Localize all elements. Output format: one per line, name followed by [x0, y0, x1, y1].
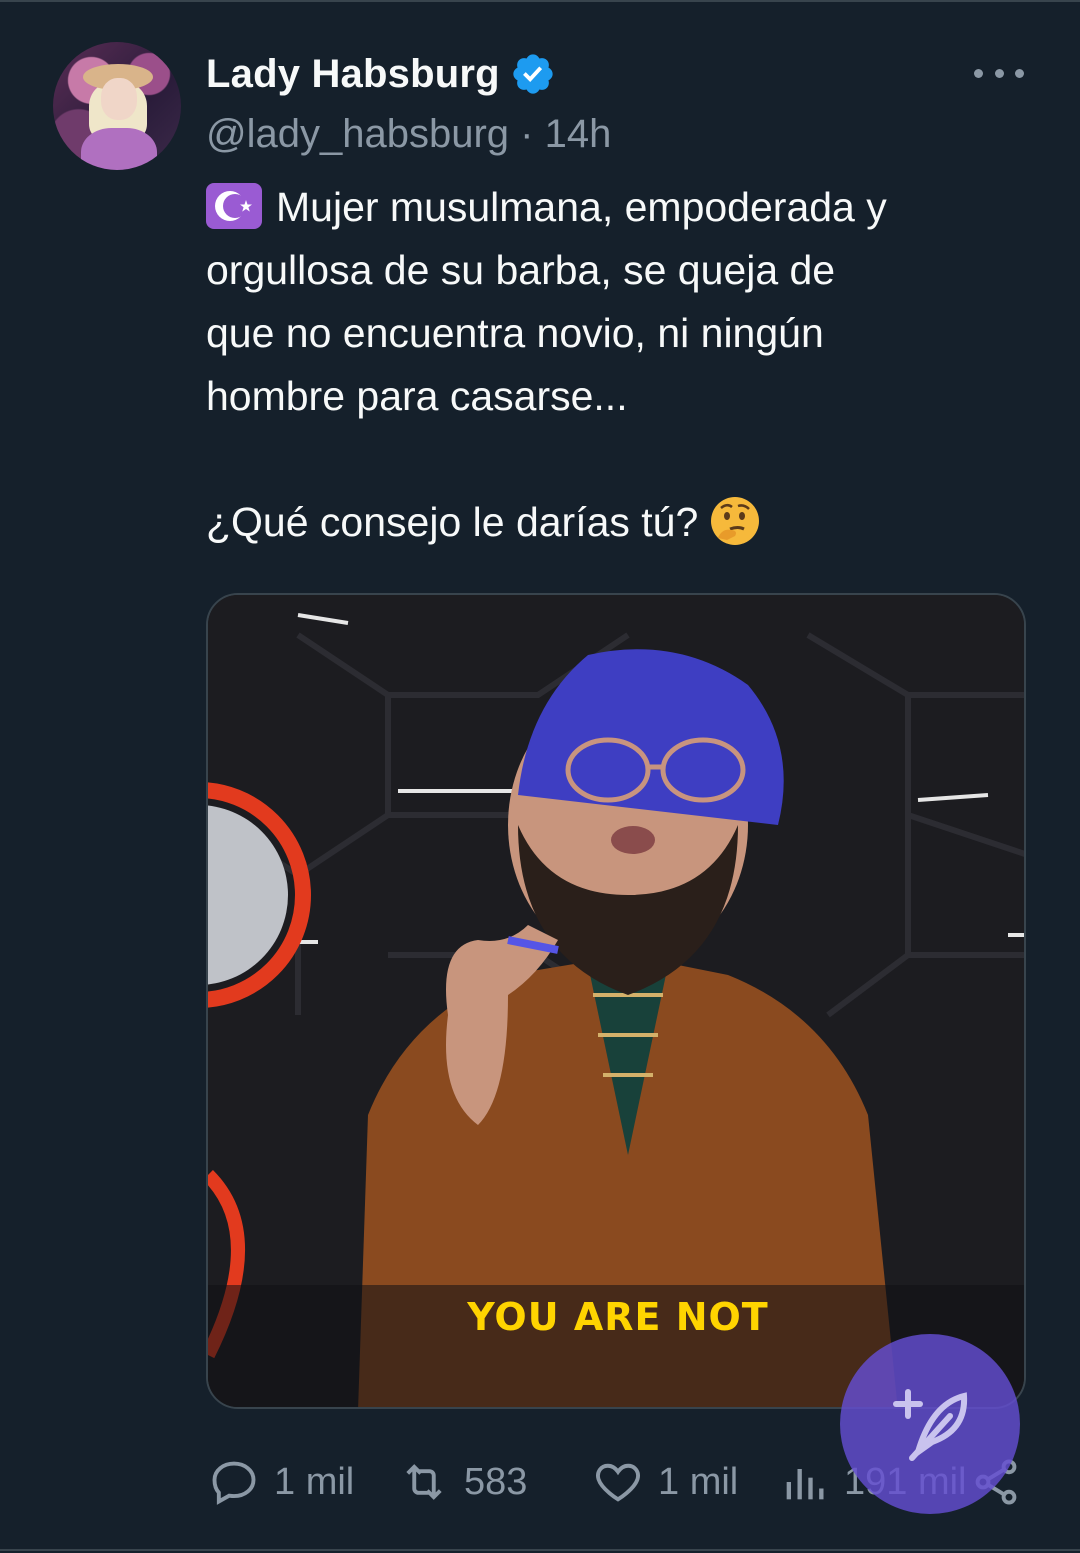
caption-not: NOT [675, 1295, 769, 1339]
tweet-line-4: hombre para casarse... [206, 373, 628, 419]
tweet-line-3: que no encuentra novio, ni ningún [206, 310, 824, 356]
divider [0, 0, 1080, 2]
tweet-text: Mujer musulmana, empoderada y orgullosa … [206, 176, 1046, 554]
thinking-face-icon [708, 494, 762, 548]
compose-post-button[interactable] [840, 1334, 1020, 1514]
more-options-icon[interactable] [974, 60, 1024, 86]
compose-feather-icon [893, 1389, 968, 1461]
like-count: 1 mil [658, 1460, 739, 1503]
tweet-question: ¿Qué consejo le darías tú? [206, 499, 699, 545]
separator: · [520, 112, 534, 156]
tweet-line-1: Mujer musulmana, empoderada y [276, 184, 887, 230]
like-button[interactable]: 1 mil [592, 1450, 738, 1514]
video-caption: YOU ARE NOT [208, 1295, 1024, 1339]
divider [0, 1549, 1080, 1551]
repost-count: 583 [464, 1460, 528, 1503]
video-frame-illustration [208, 595, 1024, 1407]
display-name[interactable]: Lady Habsburg [206, 52, 500, 97]
tweet-line-2: orgullosa de su barba, se queja de [206, 247, 836, 293]
star-and-crescent-icon [206, 183, 262, 229]
reply-button[interactable]: 1 mil [208, 1450, 354, 1514]
caption-you-are: YOU ARE [467, 1295, 662, 1339]
analytics-icon [786, 1469, 824, 1500]
verified-badge-icon [513, 54, 553, 94]
author-row: Lady Habsburg [206, 44, 556, 104]
heart-icon [596, 1463, 640, 1502]
handle-row: @lady_habsburg · 14h [206, 112, 611, 157]
reply-count: 1 mil [274, 1460, 355, 1503]
repost-button[interactable]: 583 [398, 1450, 527, 1514]
avatar[interactable] [53, 42, 181, 170]
repost-icon [406, 1464, 442, 1500]
reply-icon [212, 1461, 256, 1505]
video-thumbnail[interactable]: YOU ARE NOT [206, 593, 1026, 1409]
timestamp[interactable]: 14h [545, 112, 612, 156]
handle[interactable]: @lady_habsburg [206, 112, 509, 156]
tweet-card[interactable]: Lady Habsburg @lady_habsburg · 14h Mujer… [0, 0, 1080, 1553]
